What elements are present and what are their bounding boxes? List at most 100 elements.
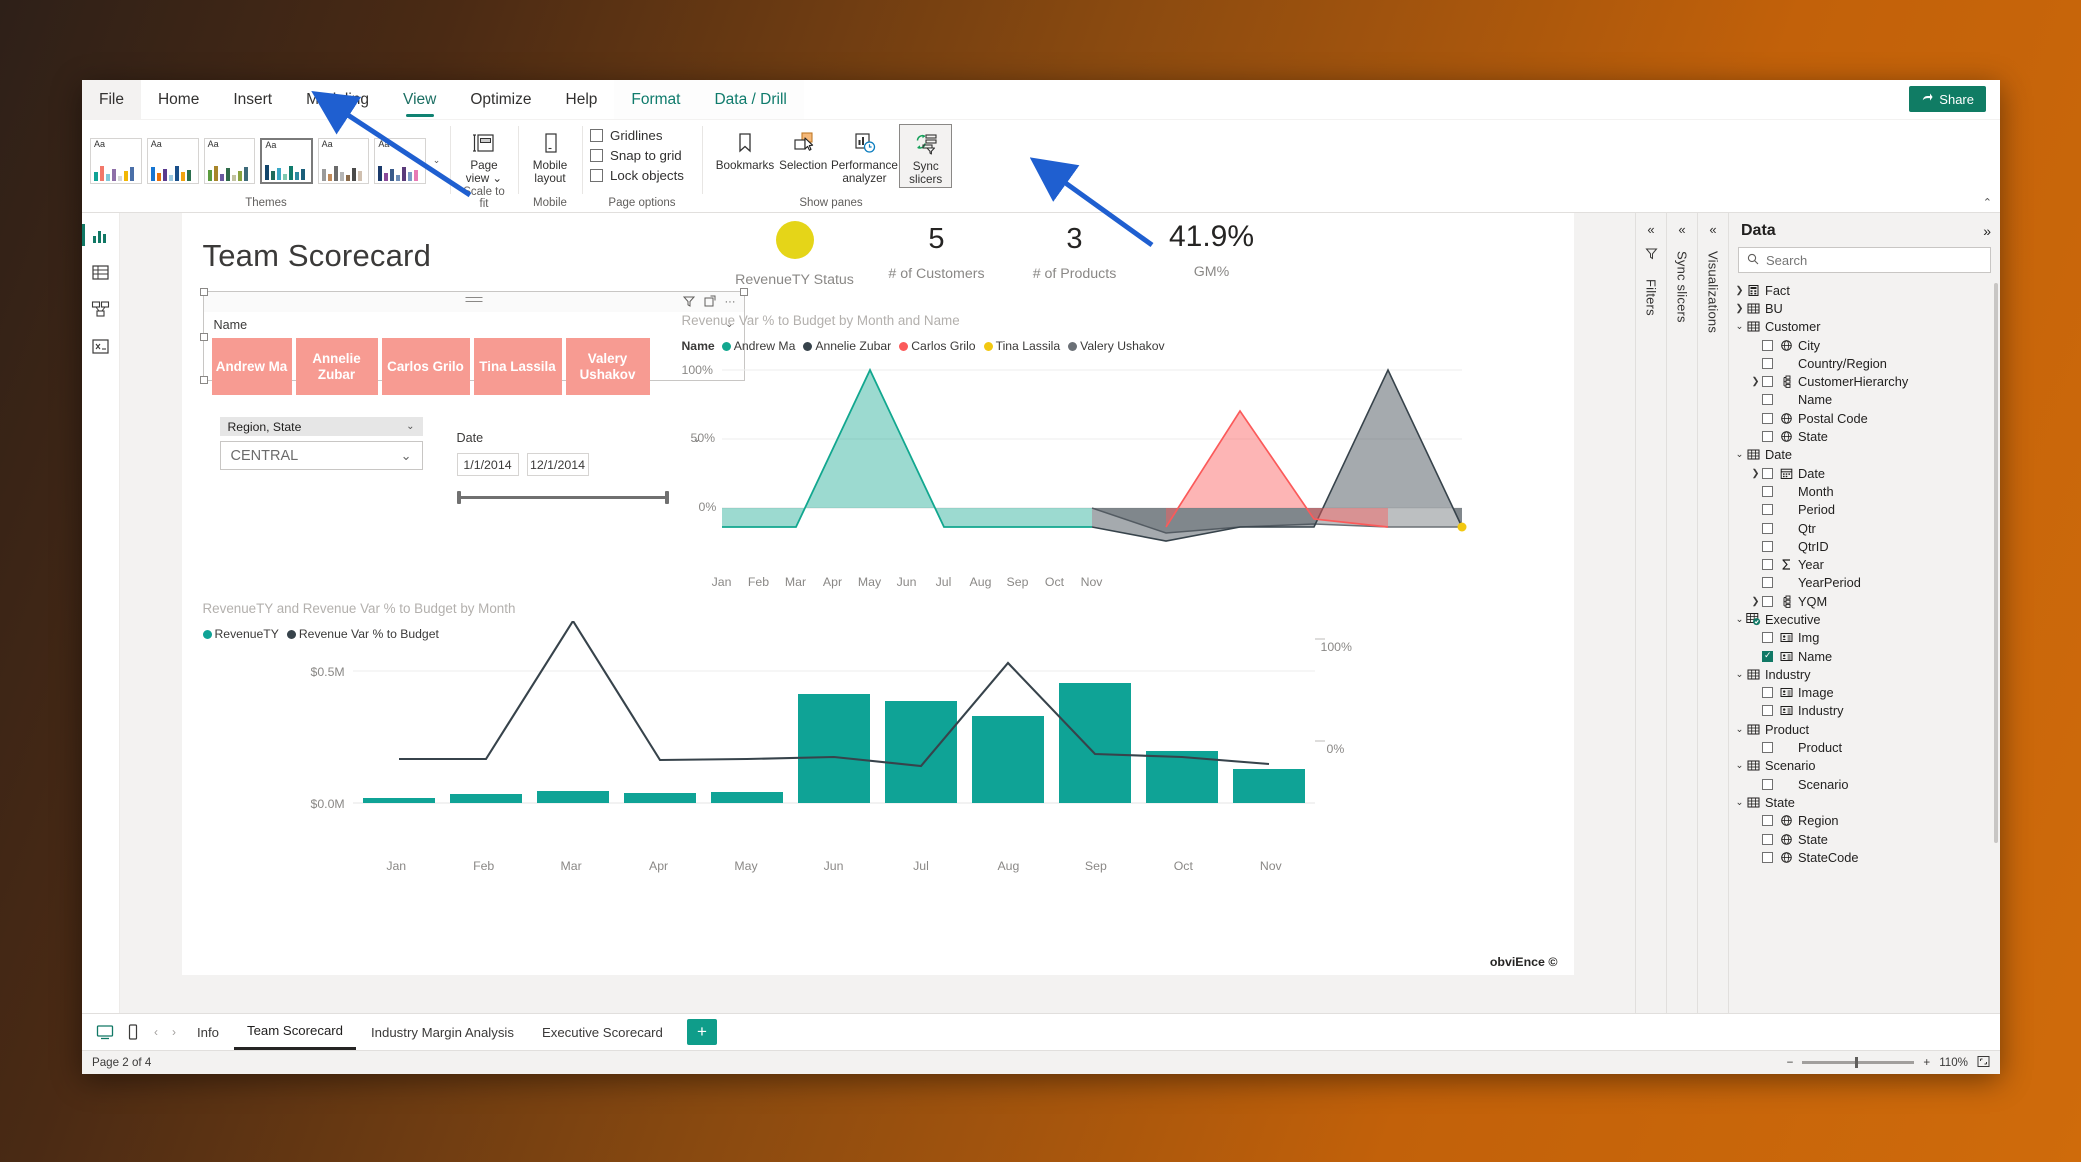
zoom-slider-handle[interactable]	[1855, 1057, 1859, 1068]
field-checkbox[interactable]	[1762, 815, 1773, 827]
slicer-chip[interactable]: Andrew Ma	[211, 338, 292, 395]
data-pane-node-image[interactable]: Image	[1729, 684, 2000, 702]
desktop-layout-icon[interactable]	[92, 1019, 118, 1045]
page-tab-executive-scorecard[interactable]: Executive Scorecard	[529, 1014, 676, 1050]
data-pane-node-month[interactable]: Month	[1729, 482, 2000, 500]
selection-button[interactable]: Selection	[777, 124, 829, 172]
page-tab-info[interactable]: Info	[184, 1014, 232, 1050]
ribbon-tab-optimize[interactable]: Optimize	[453, 80, 548, 119]
data-pane-node-name[interactable]: Name	[1729, 391, 2000, 409]
chevron-down-icon[interactable]: ⌄	[1733, 321, 1746, 332]
data-pane-node-postal-code[interactable]: Postal Code	[1729, 409, 2000, 427]
field-checkbox[interactable]	[1762, 778, 1773, 790]
field-checkbox[interactable]	[1762, 687, 1773, 699]
date-slicer-start-input[interactable]: 1/1/2014	[456, 453, 519, 476]
ribbon-collapse-icon[interactable]: ⌃	[1983, 196, 1992, 209]
sync-slicers-pane-collapsed[interactable]: « Sync slicers	[1666, 213, 1697, 1013]
expand-pane-icon[interactable]: «	[1709, 222, 1716, 237]
legend-item[interactable]: RevenueTY	[202, 627, 279, 641]
date-slider-handle-start[interactable]	[456, 491, 461, 504]
theme-swatch[interactable]: Aa	[90, 137, 142, 184]
data-pane-node-scenario[interactable]: ⌄ Scenario	[1729, 757, 2000, 775]
data-pane-node-customerhierarchy[interactable]: ❯ CustomerHierarchy	[1729, 372, 2000, 390]
ribbon-tab-help[interactable]: Help	[549, 80, 615, 119]
data-pane-node-date[interactable]: ⌄ Date	[1729, 446, 2000, 464]
field-checkbox[interactable]	[1762, 357, 1773, 369]
ribbon-tab-home[interactable]: Home	[141, 80, 216, 119]
field-checkbox[interactable]	[1762, 577, 1773, 589]
date-slicer-end-input[interactable]: 12/1/2014	[526, 453, 589, 476]
theme-gallery[interactable]: Aa Aa Aa Aa Aa Aa ⌄	[90, 124, 442, 197]
data-pane-node-name[interactable]: Name	[1729, 647, 2000, 665]
ribbon-tab-format[interactable]: Format	[614, 80, 698, 119]
zoom-out-button[interactable]: −	[1787, 1056, 1794, 1069]
search-input[interactable]	[1766, 252, 1982, 268]
field-checkbox[interactable]	[1762, 522, 1773, 534]
chevron-down-icon[interactable]: ⌄	[401, 448, 412, 464]
chevron-down-icon[interactable]: ⌄	[406, 421, 414, 432]
focus-mode-icon[interactable]	[704, 295, 716, 310]
ribbon-tab-insert[interactable]: Insert	[216, 80, 289, 119]
filters-pane-collapsed[interactable]: « Filters	[1635, 213, 1666, 1013]
kpi-revenue-status[interactable]: RevenueTY Status	[720, 221, 870, 288]
gridlines-checkbox[interactable]: Gridlines	[590, 128, 684, 143]
theme-swatch[interactable]: Aa	[317, 137, 370, 184]
expand-pane-icon[interactable]: «	[1678, 222, 1685, 237]
data-pane-node-bu[interactable]: ❯ BU	[1729, 299, 2000, 317]
slicer-grip-icon[interactable]	[465, 297, 482, 305]
data-pane-node-fact[interactable]: ❯ Fact	[1729, 281, 2000, 299]
ribbon-tab-modeling[interactable]: Modeling	[289, 80, 386, 119]
field-checkbox[interactable]	[1762, 742, 1773, 754]
table-view-icon[interactable]	[90, 261, 112, 283]
theme-swatch[interactable]: Aa	[374, 137, 427, 184]
data-pane-node-industry[interactable]: Industry	[1729, 702, 2000, 720]
field-checkbox[interactable]	[1762, 705, 1773, 717]
chevron-right-icon[interactable]: ❯	[1733, 285, 1746, 296]
theme-swatch-selected[interactable]: Aa	[260, 137, 313, 184]
resize-handle[interactable]	[199, 333, 208, 341]
data-pane-node-industry[interactable]: ⌄ Industry	[1729, 665, 2000, 683]
theme-gallery-expand-icon[interactable]: ⌄	[431, 138, 442, 184]
performance-analyzer-button[interactable]: Performance analyzer	[831, 124, 898, 186]
legend-item[interactable]: Valery Ushakov	[1068, 339, 1165, 353]
resize-handle[interactable]	[739, 288, 748, 296]
ribbon-tab-file[interactable]: File	[82, 80, 141, 119]
data-pane-node-yqm[interactable]: ❯ YQM	[1729, 592, 2000, 610]
chevron-right-icon[interactable]: ❯	[1749, 596, 1762, 607]
field-checkbox[interactable]	[1762, 431, 1773, 443]
ribbon-tab-data-drill[interactable]: Data / Drill	[697, 80, 804, 119]
fit-to-page-icon[interactable]	[1977, 1055, 1990, 1071]
add-page-button[interactable]: +	[686, 1019, 717, 1045]
data-pane-node-period[interactable]: Period	[1729, 501, 2000, 519]
data-pane-node-country-region[interactable]: Country/Region	[1729, 354, 2000, 372]
sync-slicers-button[interactable]: Sync slicers	[899, 124, 952, 188]
resize-handle[interactable]	[199, 288, 208, 296]
data-pane-node-statecode[interactable]: StateCode	[1729, 848, 2000, 866]
mobile-layout-button[interactable]: Mobile layout	[526, 124, 574, 186]
combo-chart-visual[interactable]: RevenueTY and Revenue Var % to Budget by…	[202, 601, 1553, 951]
name-slicer[interactable]: ··· Name ⌄ Andrew Ma Annelie Zubar Carlo…	[199, 288, 748, 395]
data-pane-node-region[interactable]: Region	[1729, 812, 2000, 830]
theme-swatch[interactable]: Aa	[146, 137, 199, 184]
collapse-pane-icon[interactable]: »	[1983, 223, 1991, 239]
data-pane-node-executive[interactable]: ⌄ Executive	[1729, 610, 2000, 628]
field-checkbox[interactable]	[1762, 632, 1773, 644]
page-tab-team-scorecard[interactable]: Team Scorecard	[234, 1014, 357, 1050]
kpi-customers[interactable]: 5 # of Customers	[862, 221, 1012, 283]
slicer-chip[interactable]: Carlos Grilo	[381, 338, 470, 395]
field-checkbox[interactable]	[1762, 833, 1773, 845]
kpi-gm-percent[interactable]: 41.9% GM%	[1137, 218, 1287, 281]
next-page-icon[interactable]: ›	[166, 1025, 182, 1039]
share-button[interactable]: Share	[1909, 86, 1986, 112]
data-pane-node-state[interactable]: State	[1729, 427, 2000, 445]
theme-swatch[interactable]: Aa	[203, 137, 256, 184]
field-checkbox[interactable]	[1762, 851, 1773, 863]
visualizations-pane-collapsed[interactable]: « Visualizations	[1697, 213, 1728, 1013]
date-slider-track[interactable]	[456, 491, 669, 504]
dax-query-view-icon[interactable]	[90, 335, 112, 357]
field-checkbox[interactable]	[1762, 339, 1773, 351]
data-pane-node-yearperiod[interactable]: YearPeriod	[1729, 574, 2000, 592]
field-checkbox[interactable]	[1762, 394, 1773, 406]
region-slicer-header[interactable]: Region, State ⌄	[219, 417, 423, 436]
ribbon-tab-view[interactable]: View	[386, 80, 453, 119]
